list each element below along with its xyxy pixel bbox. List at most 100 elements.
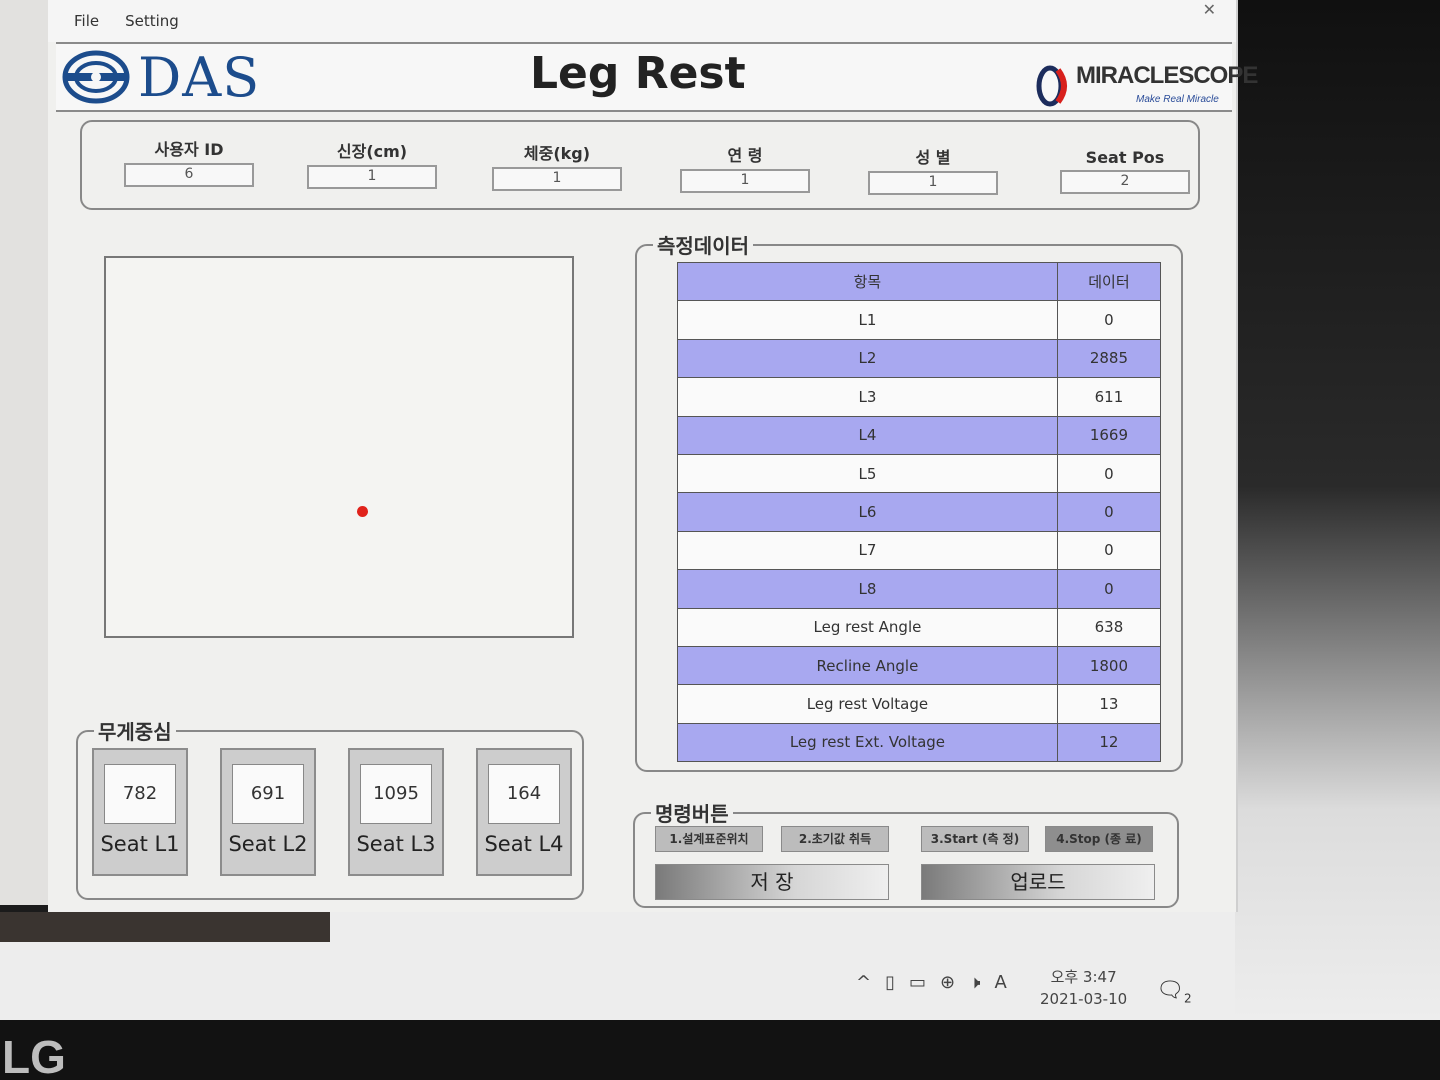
measurement-table: 항목 데이터 L1 0 L2 2885 L3 611 L4 1669 L5 0 L6 0 L7 0 L8 0 L… [677,261,1162,763]
cell-value: 0 [1056,569,1162,609]
cell-item: Leg rest Ext. Voltage [677,722,1058,763]
cell-value: 1669 [1056,415,1162,455]
upload-button[interactable]: 업로드 [921,864,1155,900]
ime-indicator[interactable]: A [994,972,1006,993]
table-row: Leg rest Angle 638 [677,607,1162,647]
height-input[interactable]: 1 [307,165,437,189]
save-button[interactable]: 저 장 [655,864,889,900]
age-field: 연 령 1 [680,142,810,193]
table-row: L6 0 [677,492,1162,532]
cell-value: 0 [1056,453,1162,494]
gender-input[interactable]: 1 [868,171,998,195]
age-input[interactable]: 1 [680,169,810,193]
stop-measure-button[interactable]: 4.Stop (종 료) [1045,826,1153,852]
weight-field: 체중(kg) 1 [492,140,622,191]
chevron-up-icon[interactable]: ^ [856,972,871,993]
miraclescope-brand: MIRACLESCOPE [1076,62,1258,89]
lg-logo: LG [2,1031,66,1080]
page-title: Leg Rest [530,48,746,99]
clock-time: 오후 3:47 [1050,968,1117,986]
seat-l3-panel: 1095 Seat L3 [348,748,444,876]
cell-item: L4 [677,415,1058,455]
seat-l3-label: Seat L3 [356,832,436,856]
cell-value: 2885 [1056,338,1162,379]
speaker-icon[interactable]: 🕨 [969,972,980,993]
seat-l1-panel: 782 Seat L1 [92,748,188,876]
table-row: L5 0 [677,453,1162,494]
height-label: 신장(cm) [336,142,408,161]
desktop-background-right [1235,0,1440,1080]
column-header-item: 항목 [677,261,1058,302]
cell-value: 0 [1056,530,1162,571]
cell-item: L2 [677,338,1058,379]
seat-l2-value: 691 [232,764,304,824]
miraclescope-tagline: Make Real Miracle [1136,94,1219,105]
cell-value: 12 [1056,722,1162,763]
table-row: Leg rest Ext. Voltage 12 [677,722,1162,763]
seat-l1-label: Seat L1 [100,832,180,856]
system-tray: ^ ▯ ▭ ⊕ 🕨 A [856,972,1007,993]
table-row: L8 0 [677,569,1162,609]
gender-label: 성 별 [915,148,951,167]
seat-l3-value: 1095 [360,764,432,824]
globe-icon[interactable]: ⊕ [940,972,955,993]
start-measure-button[interactable]: 3.Start (측 정) [921,826,1029,852]
cog-group-title: 무게중심 [94,716,176,745]
center-of-gravity-group: 무게중심 782 Seat L1 691 Seat L2 1095 Seat L… [76,716,584,900]
menu-file[interactable]: File [74,12,99,42]
seat-pos-label: Seat Pos [1085,148,1165,167]
design-standard-position-button[interactable]: 1.설계표준위치 [655,826,763,852]
cell-item: L3 [677,377,1058,417]
seat-l1-value: 782 [104,764,176,824]
das-brand: DAS [138,46,261,109]
clock-date: 2021-03-10 [1040,990,1128,1008]
user-info-group: 사용자 ID 6 신장(cm) 1 체중(kg) 1 연 령 1 성 별 1 S… [80,120,1200,210]
user-id-field: 사용자 ID 6 [124,136,254,187]
cell-value: 0 [1056,300,1162,340]
cell-item: L7 [677,530,1058,571]
table-row: L1 0 [677,300,1162,340]
seat-l2-label: Seat L2 [228,832,308,856]
desktop-background-left [0,0,48,905]
seat-pos-field: Seat Pos 2 [1060,148,1190,194]
command-group-title: 명령버튼 [651,798,733,827]
cell-item: Recline Angle [677,645,1058,686]
close-icon[interactable]: ✕ [1203,0,1216,19]
table-row: L7 0 [677,530,1162,571]
seat-l2-panel: 691 Seat L2 [220,748,316,876]
cell-item: Leg rest Voltage [677,684,1058,724]
cell-value: 611 [1056,377,1162,417]
user-id-input[interactable]: 6 [124,163,254,187]
miraclescope-logo-icon [1036,65,1067,107]
clock[interactable]: 오후 3:47 2021-03-10 [1040,966,1127,1010]
table-row: Recline Angle 1800 [677,645,1162,686]
menu-setting[interactable]: Setting [125,12,179,42]
menu-bar: File Setting [48,0,1236,42]
command-buttons-group: 명령버튼 1.설계표준위치 2.초기값 취득 3.Start (측 정) 4.S… [633,798,1179,908]
table-header-row: 항목 데이터 [677,261,1162,302]
cell-value: 638 [1056,607,1162,647]
table-row: L2 2885 [677,338,1162,379]
table-row: L3 611 [677,377,1162,417]
cell-item: L8 [677,569,1058,609]
battery-icon[interactable]: ▭ [909,972,926,993]
cell-item: Leg rest Angle [677,607,1058,647]
cell-item: L5 [677,453,1058,494]
age-label: 연 령 [727,146,763,165]
weight-label: 체중(kg) [523,144,591,163]
height-field: 신장(cm) 1 [307,138,437,189]
notification-count: 2 [1183,991,1192,1006]
notification-icon[interactable]: 🗨2 [1156,978,1192,1005]
weight-input[interactable]: 1 [492,167,622,191]
get-initial-value-button[interactable]: 2.초기값 취득 [781,826,889,852]
app-header: DAS Leg Rest MIRACLESCOPE Make Real Mira… [56,42,1258,112]
seat-pos-input[interactable]: 2 [1060,170,1190,194]
seat-l4-value: 164 [488,764,560,824]
device-icon[interactable]: ▯ [885,972,895,993]
app-window: File Setting ✕ DAS Leg Rest MIRACLESCOPE… [48,0,1258,912]
gender-field: 성 별 1 [868,144,998,195]
cell-item: L6 [677,492,1058,532]
taskbar-app-strip [0,912,330,942]
cell-value: 0 [1056,492,1162,532]
center-of-gravity-plot [104,256,574,638]
